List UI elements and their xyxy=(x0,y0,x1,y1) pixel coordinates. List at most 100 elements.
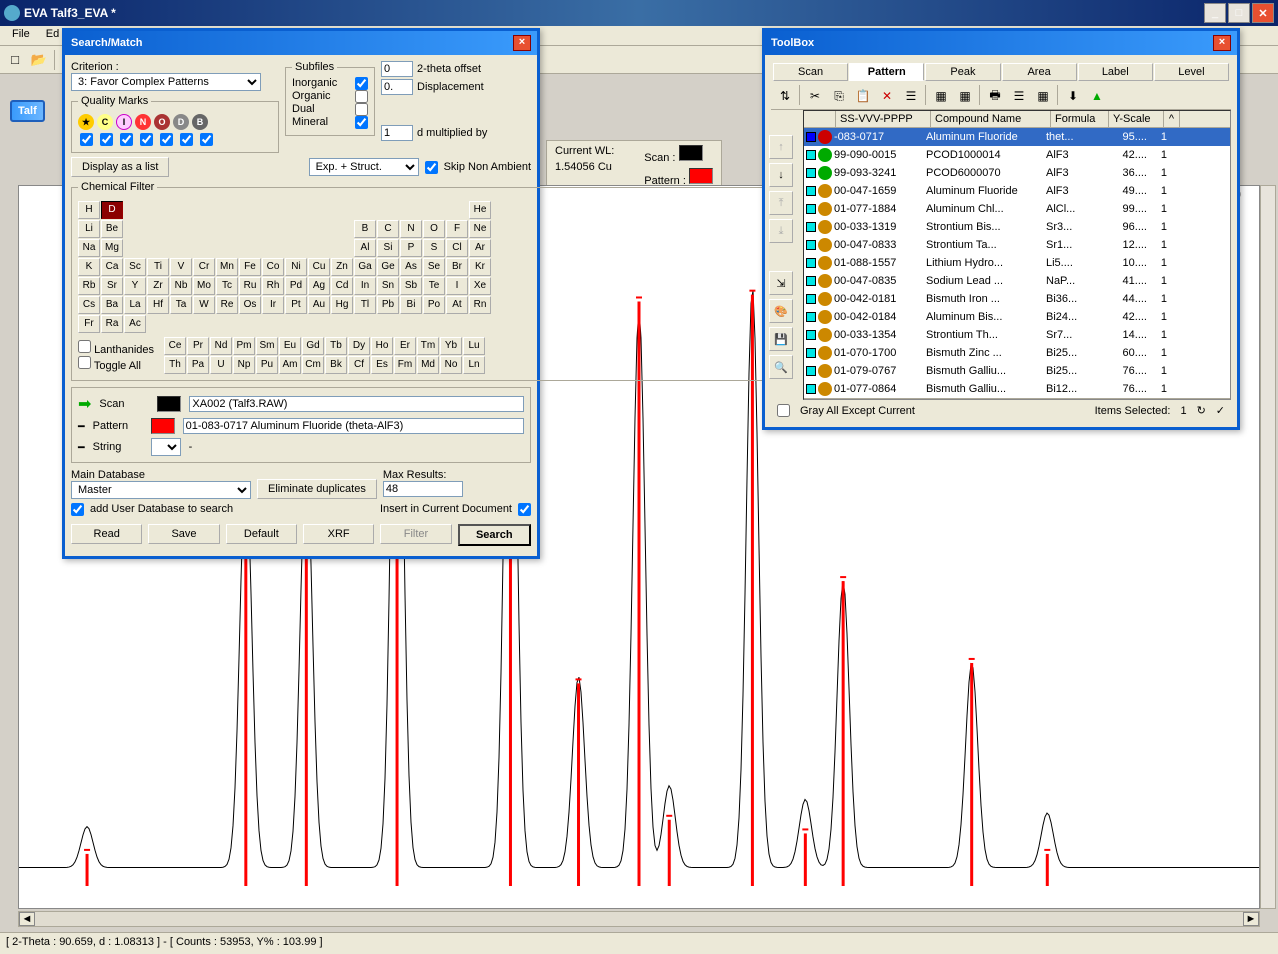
delete-icon[interactable]: ✕ xyxy=(875,85,899,107)
qm-cb-2[interactable] xyxy=(100,133,113,146)
element-Mg[interactable]: Mg xyxy=(101,239,123,257)
col-more-icon[interactable]: ^ xyxy=(1164,111,1180,127)
export-icon[interactable]: ⇲ xyxy=(769,271,793,295)
element-Er[interactable]: Er xyxy=(394,337,416,355)
list-scroll-right-icon[interactable]: ► xyxy=(1214,399,1230,400)
element-Yb[interactable]: Yb xyxy=(440,337,462,355)
tab-label[interactable]: Label xyxy=(1078,63,1153,81)
element-Hg[interactable]: Hg xyxy=(331,296,353,314)
element-Ge[interactable]: Ge xyxy=(377,258,399,276)
exp-struct-select[interactable]: Exp. + Struct. xyxy=(309,158,419,176)
props-icon[interactable]: ☰ xyxy=(899,85,923,107)
new-icon[interactable]: □ xyxy=(4,49,26,71)
element-Nd[interactable]: Nd xyxy=(210,337,232,355)
element-Ar[interactable]: Ar xyxy=(469,239,491,257)
paste-icon[interactable]: 📋 xyxy=(851,85,875,107)
element-V[interactable]: V xyxy=(170,258,192,276)
element-Ga[interactable]: Ga xyxy=(354,258,376,276)
list-item[interactable]: 00-033-1319 Strontium Bis... Sr3... 96..… xyxy=(804,218,1230,236)
element-At[interactable]: At xyxy=(446,296,468,314)
list-item[interactable]: 01-070-1700 Bismuth Zinc ... Bi25... 60.… xyxy=(804,344,1230,362)
element-Ra[interactable]: Ra xyxy=(101,315,123,333)
element-La[interactable]: La xyxy=(124,296,146,314)
element-Ln[interactable]: Ln xyxy=(463,356,485,374)
element-S[interactable]: S xyxy=(423,239,445,257)
element-Te[interactable]: Te xyxy=(423,277,445,295)
offset-input[interactable] xyxy=(381,61,413,77)
document-tab[interactable]: Talf xyxy=(10,100,45,122)
pattern-list[interactable]: SS-VVV-PPPP Compound Name Formula Y-Scal… xyxy=(803,110,1231,400)
list-item[interactable]: 00-047-1659 Aluminum Fluoride AlF3 49...… xyxy=(804,182,1230,200)
element-Ca[interactable]: Ca xyxy=(101,258,123,276)
element-Md[interactable]: Md xyxy=(417,356,439,374)
col2-icon[interactable]: ▦ xyxy=(953,85,977,107)
sort-icon[interactable]: ⇅ xyxy=(773,85,797,107)
qm-cb-4[interactable] xyxy=(140,133,153,146)
scroll-right-icon[interactable]: ► xyxy=(1243,912,1259,926)
list-item[interactable]: 00-042-0181 Bismuth Iron ... Bi36... 44.… xyxy=(804,290,1230,308)
gray-all-cb[interactable] xyxy=(777,404,790,417)
lanthanides-cb[interactable] xyxy=(78,340,91,353)
element-Pr[interactable]: Pr xyxy=(187,337,209,355)
pattern-color-swatch[interactable] xyxy=(151,418,175,434)
maximize-button[interactable]: □ xyxy=(1228,3,1250,23)
scan-color-swatch[interactable] xyxy=(157,396,181,412)
element-Ag[interactable]: Ag xyxy=(308,277,330,295)
subfile-Mineral-cb[interactable] xyxy=(355,116,368,129)
element-Be[interactable]: Be xyxy=(101,220,123,238)
element-He[interactable]: He xyxy=(469,201,491,219)
list-item[interactable]: 00-042-0184 Aluminum Bis... Bi24... 42..… xyxy=(804,308,1230,326)
element-Rn[interactable]: Rn xyxy=(469,296,491,314)
bottom-icon[interactable]: ⤓ xyxy=(769,219,793,243)
element-Ba[interactable]: Ba xyxy=(101,296,123,314)
element-Zr[interactable]: Zr xyxy=(147,277,169,295)
element-Ne[interactable]: Ne xyxy=(469,220,491,238)
menu-file[interactable]: File xyxy=(4,28,38,43)
element-Co[interactable]: Co xyxy=(262,258,284,276)
element-Am[interactable]: Am xyxy=(279,356,301,374)
element-Ir[interactable]: Ir xyxy=(262,296,284,314)
element-Dy[interactable]: Dy xyxy=(348,337,370,355)
element-Br[interactable]: Br xyxy=(446,258,468,276)
element-C[interactable]: C xyxy=(377,220,399,238)
tab-area[interactable]: Area xyxy=(1002,63,1077,81)
element-Tl[interactable]: Tl xyxy=(354,296,376,314)
col-name-header[interactable]: Compound Name xyxy=(931,111,1051,127)
grid-icon[interactable]: ▦ xyxy=(1031,85,1055,107)
element-H[interactable]: H xyxy=(78,201,100,219)
element-Ta[interactable]: Ta xyxy=(170,296,192,314)
element-Sc[interactable]: Sc xyxy=(124,258,146,276)
xrf-button[interactable]: XRF xyxy=(303,524,374,544)
col1-icon[interactable]: ▦ xyxy=(929,85,953,107)
col-formula-header[interactable]: Formula xyxy=(1051,111,1109,127)
element-Eu[interactable]: Eu xyxy=(279,337,301,355)
element-No[interactable]: No xyxy=(440,356,462,374)
element-Bk[interactable]: Bk xyxy=(325,356,347,374)
element-Pm[interactable]: Pm xyxy=(233,337,255,355)
element-Rh[interactable]: Rh xyxy=(262,277,284,295)
max-results-input[interactable] xyxy=(383,481,463,497)
element-Cl[interactable]: Cl xyxy=(446,239,468,257)
cut-icon[interactable]: ✂ xyxy=(803,85,827,107)
default-button[interactable]: Default xyxy=(226,524,297,544)
load-icon[interactable]: ⬇ xyxy=(1061,85,1085,107)
element-Cu[interactable]: Cu xyxy=(308,258,330,276)
skip-non-ambient-cb[interactable] xyxy=(425,161,438,174)
element-Np[interactable]: Np xyxy=(233,356,255,374)
element-W[interactable]: W xyxy=(193,296,215,314)
element-O[interactable]: O xyxy=(423,220,445,238)
triangle-icon[interactable]: ▲ xyxy=(1085,85,1109,107)
qm-cb-1[interactable] xyxy=(80,133,93,146)
element-N[interactable]: N xyxy=(400,220,422,238)
element-Hf[interactable]: Hf xyxy=(147,296,169,314)
element-Tm[interactable]: Tm xyxy=(417,337,439,355)
list-scroll-left-icon[interactable]: ◄ xyxy=(804,399,820,400)
main-db-select[interactable]: Master xyxy=(71,481,251,499)
element-Ho[interactable]: Ho xyxy=(371,337,393,355)
element-Tb[interactable]: Tb xyxy=(325,337,347,355)
element-Mo[interactable]: Mo xyxy=(193,277,215,295)
tab-scan[interactable]: Scan xyxy=(773,63,848,81)
element-Sr[interactable]: Sr xyxy=(101,277,123,295)
up-arrow-icon[interactable]: ↑ xyxy=(769,135,793,159)
element-Pt[interactable]: Pt xyxy=(285,296,307,314)
